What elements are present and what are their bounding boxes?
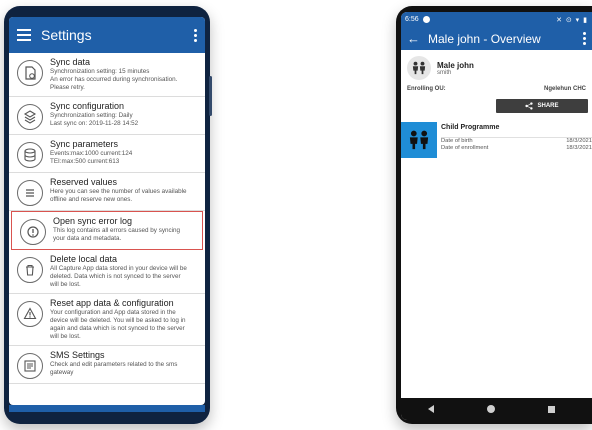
settings-list: Sync data Synchronization setting: 15 mi… <box>9 53 205 384</box>
status-bar: 6:56 ✕ ⊙ ▾ ▮ <box>401 12 592 27</box>
sync-configuration-icon <box>17 104 43 130</box>
settings-item-desc: will be lost. <box>50 281 81 288</box>
settings-item-title: Sync configuration <box>50 101 125 111</box>
settings-item-sync-parameters[interactable]: Sync parameters Events:max:1000 current:… <box>9 135 205 173</box>
dob-value: 18/3/2021 <box>566 138 592 144</box>
settings-item-desc: offline and reserve new ones. <box>50 196 133 203</box>
app-notification-icon <box>422 16 430 23</box>
settings-item-title: Reserved values <box>50 177 118 187</box>
settings-item-desc: Here you can see the number of values av… <box>50 188 187 195</box>
enrolling-ou-value: Ngelehun CHC <box>544 86 586 92</box>
settings-item-desc: deleted. Data which is not synced to the… <box>50 273 181 280</box>
settings-app-bar: Settings <box>9 17 205 53</box>
settings-item-desc: Please retry. <box>50 84 85 91</box>
program-title: Child Programme <box>441 122 592 138</box>
warning-icon <box>17 301 43 327</box>
settings-item-desc: Synchronization setting: 15 minutes <box>50 68 150 75</box>
settings-item-desc: Your configuration and App data stored i… <box>50 309 176 316</box>
settings-item-sms-settings[interactable]: SMS Settings Check and edit parameters r… <box>9 346 205 384</box>
android-nav-bar <box>401 398 592 420</box>
settings-item-sync-configuration[interactable]: Sync configuration Synchronization setti… <box>9 97 205 135</box>
settings-item-title: SMS Settings <box>50 350 105 360</box>
settings-item-desc: your data and metadata. <box>53 235 122 242</box>
settings-item-open-sync-error-log[interactable]: Open sync error log This log contains al… <box>11 211 203 250</box>
sync-data-icon <box>17 60 43 86</box>
settings-item-reset-app-data[interactable]: Reset app data & configuration Your conf… <box>9 294 205 346</box>
settings-item-reserved-values[interactable]: Reserved values Here you can see the num… <box>9 173 205 211</box>
settings-item-desc: Synchronization setting: Daily <box>50 112 133 119</box>
person-surname: smith <box>437 69 452 76</box>
enrollment-date-label: Date of enrollment <box>441 145 489 151</box>
settings-item-desc: gateway <box>50 369 74 376</box>
settings-item-title: Delete local data <box>50 254 118 264</box>
settings-item-desc: again and data which is not synced to th… <box>50 325 185 332</box>
child-programme-icon <box>401 122 437 158</box>
right-phone: 6:56 ✕ ⊙ ▾ ▮ ← Male john - Overview Male… <box>396 6 592 424</box>
error-info-icon <box>20 219 46 245</box>
database-icon <box>17 142 43 168</box>
sms-icon <box>17 353 43 379</box>
overflow-menu-icon[interactable] <box>583 32 586 45</box>
list-icon <box>17 180 43 206</box>
hamburger-menu-icon[interactable] <box>17 29 31 41</box>
share-icon <box>525 102 534 110</box>
settings-screen: Settings Sync data Synchronization setti… <box>9 17 205 405</box>
avatar <box>407 56 431 80</box>
status-icons: ✕ ⊙ ▾ ▮ <box>556 16 588 24</box>
settings-item-desc: will be lost. <box>50 333 81 340</box>
enrolling-ou-row: Enrolling OU: Ngelehun CHC <box>401 84 592 94</box>
page-title: Settings <box>41 27 92 43</box>
settings-item-desc: All Capture App data stored in your devi… <box>50 265 187 272</box>
settings-item-title: Open sync error log <box>53 216 133 226</box>
settings-item-delete-local-data[interactable]: Delete local data All Capture App data s… <box>9 250 205 294</box>
settings-item-title: Sync data <box>50 57 91 67</box>
trash-icon <box>17 257 43 283</box>
nav-recents-icon[interactable] <box>548 405 556 413</box>
settings-item-desc: An error has occurred during synchronisa… <box>50 76 178 83</box>
people-icon <box>412 61 426 75</box>
status-time: 6:56 <box>405 16 419 23</box>
dob-label: Date of birth <box>441 138 473 144</box>
overview-app-bar: ← Male john - Overview <box>401 27 592 50</box>
overflow-menu-icon[interactable] <box>194 28 197 42</box>
settings-item-title: Sync parameters <box>50 139 119 149</box>
program-card[interactable]: Child Programme Date of birth 18/3/2021 … <box>401 118 592 158</box>
share-button[interactable]: SHARE <box>496 99 588 113</box>
bottom-bar <box>9 405 205 412</box>
screenshot-stage: Settings Sync data Synchronization setti… <box>0 0 592 430</box>
person-name: Male john <box>437 60 474 70</box>
settings-item-desc: Last sync on: 2019-11-28 14:52 <box>50 120 139 127</box>
settings-item-desc: Events:max:1000 current:124 <box>50 150 133 157</box>
nav-home-icon[interactable] <box>486 405 495 413</box>
enrollment-date-value: 18/3/2021 <box>566 145 592 151</box>
enrolling-ou-label: Enrolling OU: <box>407 86 446 92</box>
back-arrow-icon[interactable]: ← <box>407 32 420 45</box>
left-phone: Settings Sync data Synchronization setti… <box>4 6 212 424</box>
settings-item-desc: Check and edit parameters related to the… <box>50 361 178 368</box>
settings-item-desc: TEI:max:500 current:613 <box>50 158 120 165</box>
nav-back-icon[interactable] <box>427 405 434 413</box>
page-title: Male john - Overview <box>428 31 541 46</box>
settings-item-desc: device will be deleted. You will be aske… <box>50 317 186 324</box>
share-row: SHARE <box>401 94 592 118</box>
settings-item-sync-data[interactable]: Sync data Synchronization setting: 15 mi… <box>9 53 205 97</box>
settings-item-title: Reset app data & configuration <box>50 298 174 308</box>
tei-profile: Male john smith <box>401 50 592 84</box>
overview-screen: 6:56 ✕ ⊙ ▾ ▮ ← Male john - Overview Male… <box>401 12 592 420</box>
settings-item-desc: This log contains all errors caused by s… <box>53 227 181 234</box>
dob-row: Date of birth 18/3/2021 <box>441 138 592 145</box>
enrollment-date-row: Date of enrollment 18/3/2021 <box>441 145 592 152</box>
share-label: SHARE <box>537 103 559 109</box>
